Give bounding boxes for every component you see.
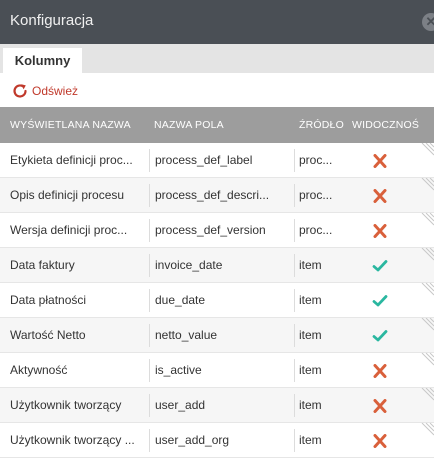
close-icon[interactable]: ✕ (422, 13, 434, 31)
column-divider (149, 359, 150, 382)
column-divider (294, 394, 295, 417)
column-divider (294, 289, 295, 312)
cell-field-name: netto_value (155, 328, 218, 342)
cell-source: proc... (299, 153, 333, 167)
cell-field-name: process_def_version (155, 223, 266, 237)
column-divider (149, 184, 150, 207)
cell-display-name: Opis definicji procesu (10, 188, 125, 202)
column-divider (149, 149, 150, 172)
row-edit-corner-icon[interactable] (418, 247, 434, 264)
row-edit-corner-icon[interactable] (418, 317, 434, 334)
cell-display-name: Data faktury (10, 258, 75, 272)
header-source[interactable]: ŹRÓDŁO (299, 107, 349, 143)
row-edit-corner-icon[interactable] (418, 422, 434, 439)
cell-display-name: Użytkownik tworzący ... (10, 433, 135, 447)
column-divider (149, 289, 150, 312)
column-divider (149, 219, 150, 242)
cross-icon[interactable] (372, 189, 388, 203)
column-divider (294, 184, 295, 207)
toolbar: Odśwież (0, 73, 434, 107)
cell-field-name: due_date (155, 293, 206, 307)
tab-columns[interactable]: Kolumny (3, 48, 82, 73)
table-body: Etykieta definicji proc... process_def_la… (0, 142, 434, 458)
cell-display-name: Wartość Netto (10, 328, 86, 342)
cross-icon[interactable] (372, 364, 388, 378)
cell-display-name: Etykieta definicji proc... (10, 153, 133, 167)
cross-icon[interactable] (372, 154, 388, 168)
column-divider (294, 429, 295, 452)
cell-display-name: Użytkownik tworzący (10, 398, 122, 412)
table-row[interactable]: Wartość Netto netto_value item (0, 317, 434, 353)
column-divider (149, 254, 150, 277)
cell-field-name: user_add (155, 398, 206, 412)
column-divider (294, 219, 295, 242)
check-icon[interactable] (372, 329, 388, 343)
table-row[interactable]: Data płatności due_date item (0, 282, 434, 318)
column-divider (149, 394, 150, 417)
cell-display-name: Data płatności (10, 293, 87, 307)
cell-field-name: process_def_label (155, 153, 253, 167)
cell-display-name: Aktywność (10, 363, 68, 377)
table-row[interactable]: Data faktury invoice_date item (0, 247, 434, 283)
header-visibility[interactable]: WIDOCZNOŚ (352, 107, 434, 143)
column-divider (149, 429, 150, 452)
header-display-name[interactable]: WYŚWIETLANA NAZWA (10, 107, 148, 143)
cross-icon[interactable] (372, 434, 388, 448)
cell-field-name: user_add_org (155, 433, 230, 447)
row-edit-corner-icon[interactable] (418, 142, 434, 159)
cell-source: proc... (299, 188, 333, 202)
column-divider (294, 359, 295, 382)
row-edit-corner-icon[interactable] (418, 352, 434, 369)
cell-field-name: process_def_descri... (155, 188, 270, 202)
column-divider (149, 324, 150, 347)
row-edit-corner-icon[interactable] (418, 282, 434, 299)
table-row[interactable]: Użytkownik tworzący user_add item (0, 387, 434, 423)
check-icon[interactable] (372, 294, 388, 308)
cell-source: item (299, 398, 322, 412)
column-divider (294, 324, 295, 347)
cell-field-name: is_active (155, 363, 202, 377)
cross-icon[interactable] (372, 399, 388, 413)
refresh-label: Odśwież (32, 84, 79, 98)
cell-source: item (299, 363, 322, 377)
table-row[interactable]: Wersja definicji proc... process_def_vers… (0, 212, 434, 248)
check-icon[interactable] (372, 259, 388, 273)
refresh-icon (12, 83, 28, 99)
cell-source: item (299, 433, 322, 447)
window-title: Konfiguracja (10, 12, 94, 29)
window-titlebar: Konfiguracja ✕ (0, 0, 434, 44)
row-edit-corner-icon[interactable] (418, 387, 434, 404)
table-row[interactable]: Opis definicji procesu process_def_descri… (0, 177, 434, 213)
row-edit-corner-icon[interactable] (418, 177, 434, 194)
cell-source: proc... (299, 223, 333, 237)
cell-source: item (299, 293, 322, 307)
column-divider (294, 254, 295, 277)
refresh-button[interactable]: Odśwież (12, 82, 78, 100)
cell-display-name: Wersja definicji proc... (10, 223, 128, 237)
cell-source: item (299, 258, 322, 272)
table-row[interactable]: Etykieta definicji proc... process_def_la… (0, 142, 434, 178)
tab-bar: Kolumny (0, 44, 434, 73)
header-field-name[interactable]: NAZWA POLA (154, 107, 292, 143)
cell-field-name: invoice_date (155, 258, 223, 272)
table-row[interactable]: Aktywność is_active item (0, 352, 434, 388)
table-header: WYŚWIETLANA NAZWA NAZWA POLA ŹRÓDŁO WIDO… (0, 107, 434, 143)
cell-source: item (299, 328, 322, 342)
table-row[interactable]: Użytkownik tworzący ... user_add_org item (0, 422, 434, 458)
column-divider (294, 149, 295, 172)
row-edit-corner-icon[interactable] (418, 212, 434, 229)
cross-icon[interactable] (372, 224, 388, 238)
